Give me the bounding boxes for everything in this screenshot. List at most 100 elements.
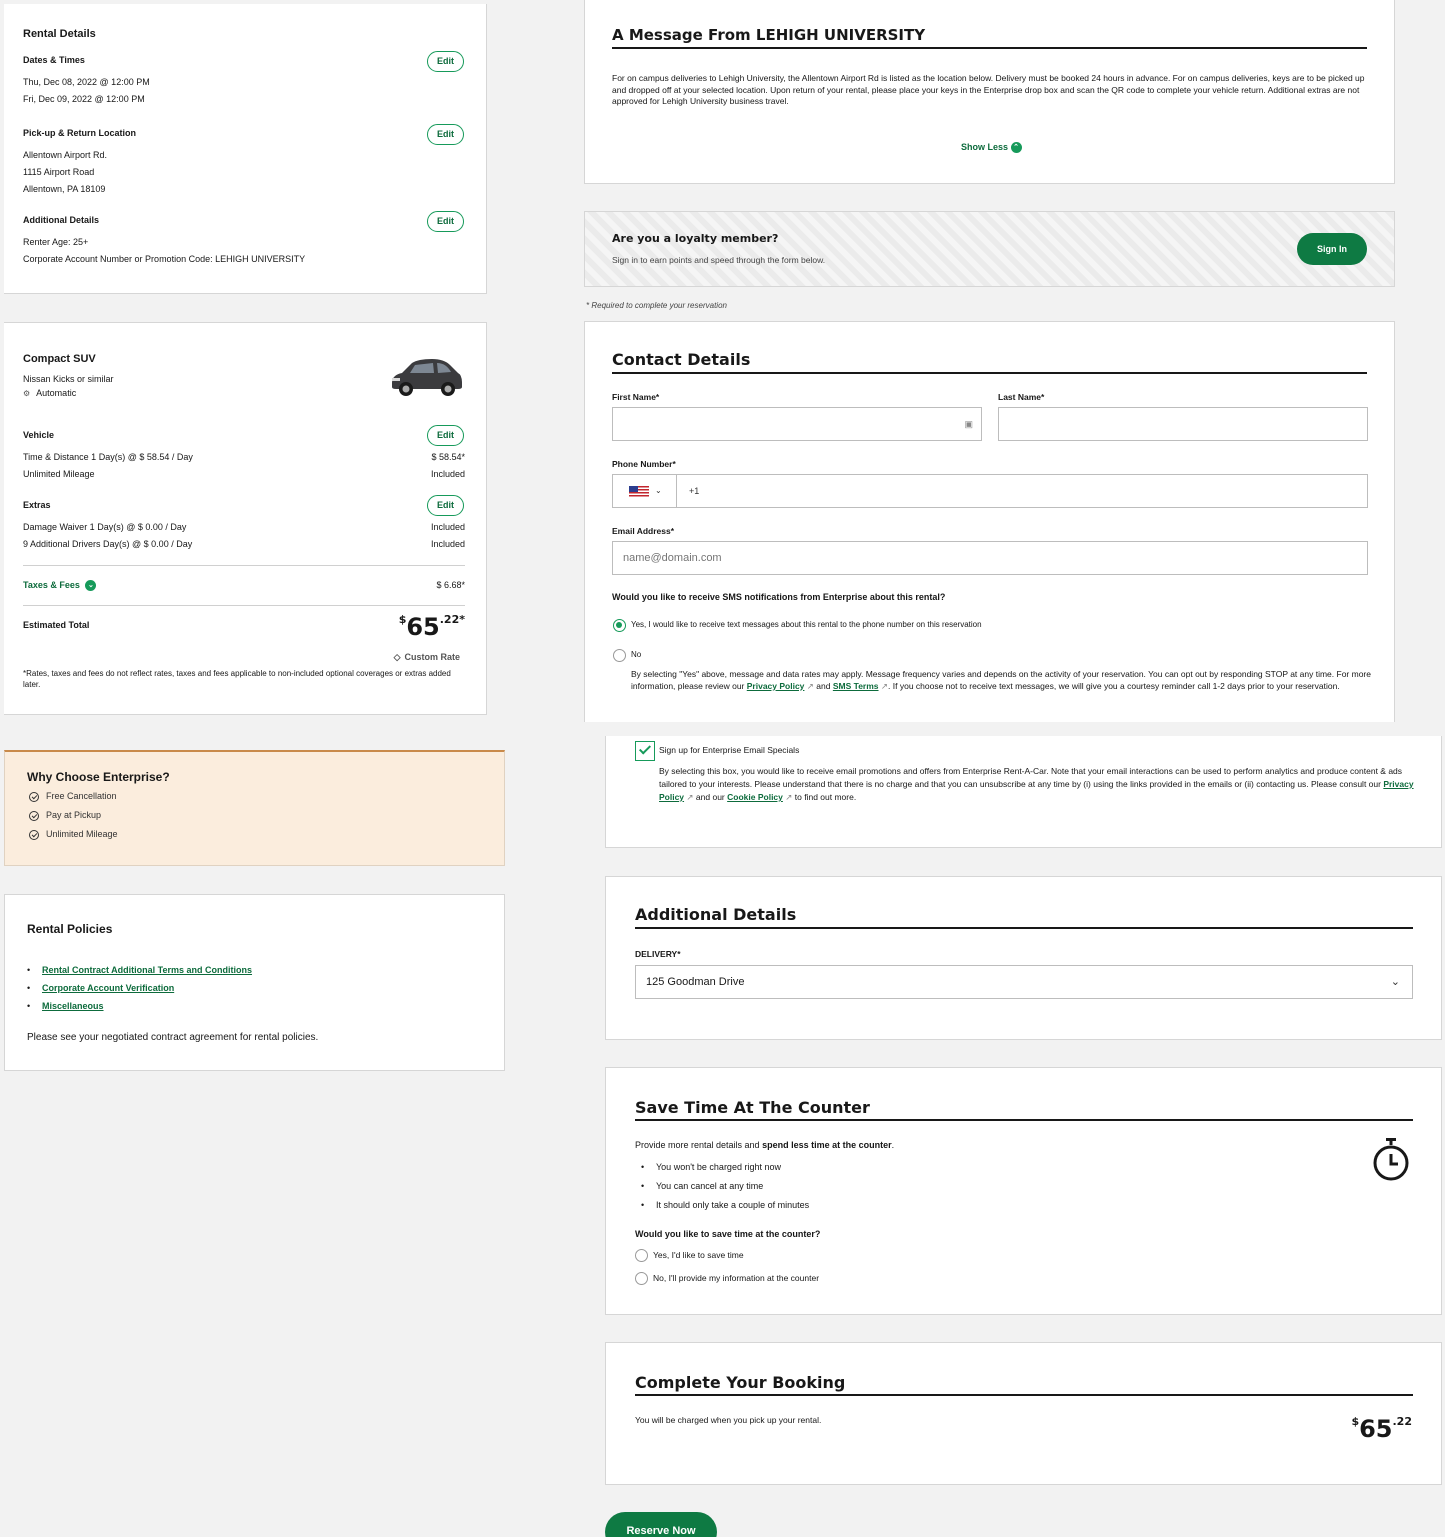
location-line-1: Allentown Airport Rd. [23, 150, 108, 160]
check-circle-icon [29, 791, 39, 802]
taxes-fees-label: Taxes & Fees [23, 580, 80, 590]
policy-link[interactable]: Miscellaneous [21, 997, 481, 1015]
pickup-datetime: Thu, Dec 08, 2022 @ 12:00 PM [23, 77, 150, 87]
cookie-policy-link[interactable]: Cookie Policy [727, 792, 783, 802]
corporate-code: Corporate Account Number or Promotion Co… [23, 254, 306, 264]
last-name-label: Last Name* [998, 392, 1045, 402]
list-item: You won't be charged right now [635, 1158, 1235, 1177]
show-less-label: Show Less [961, 142, 1009, 152]
show-less-toggle[interactable]: Show Less ⌃ [961, 142, 1022, 154]
divider [23, 605, 465, 606]
location-line-3: Allentown, PA 18109 [23, 184, 106, 194]
policy-link[interactable]: Rental Contract Additional Terms and Con… [21, 961, 481, 979]
last-name-input[interactable] [998, 407, 1368, 441]
policy-links: Rental Contract Additional Terms and Con… [21, 961, 481, 1015]
edit-vehicle-button[interactable]: Edit [427, 425, 464, 446]
save-time-yes-radio[interactable] [635, 1249, 648, 1262]
sms-terms-link[interactable]: SMS Terms [833, 681, 879, 691]
why-enterprise-title: Why Choose Enterprise? [27, 770, 170, 784]
sms-yes-label[interactable]: Yes, I would like to receive text messag… [631, 620, 982, 629]
charge-note: You will be charged when you pick up you… [635, 1415, 822, 1425]
email-specials-checkbox[interactable] [635, 741, 655, 761]
vehicle-class: Compact SUV [23, 353, 96, 365]
additional-drivers: 9 Additional Drivers Day(s) @ $ 0.00 / D… [23, 539, 193, 549]
transmission: ⚙ Automatic [23, 385, 76, 402]
first-name-input[interactable]: ▣ [612, 407, 982, 441]
taxes-fees-toggle[interactable]: Taxes & Fees ⌄ [23, 577, 97, 594]
phone-input[interactable]: ⌄ +1 [612, 474, 1368, 508]
checkmark-icon [638, 742, 652, 755]
why-enterprise-card: Why Choose Enterprise? Free Cancellation… [4, 750, 505, 866]
rental-policies-card: Rental Policies Rental Contract Addition… [4, 894, 505, 1071]
sms-disclaimer: By selecting "Yes" above, message and da… [631, 669, 1371, 691]
additional-details-title: Additional Details [635, 905, 797, 924]
divider [23, 565, 465, 566]
delivery-value: 125 Goodman Drive [646, 976, 745, 988]
benefit-item: Free Cancellation [29, 791, 117, 802]
reserve-now-button[interactable]: Reserve Now [605, 1512, 717, 1537]
extras-label: Extras [23, 500, 51, 510]
renter-age: Renter Age: 25+ [23, 237, 89, 247]
phone-label: Phone Number* [612, 459, 676, 469]
save-time-yes-label[interactable]: Yes, I'd like to save time [653, 1250, 744, 1260]
save-time-no-label[interactable]: No, I'll provide my information at the c… [653, 1273, 819, 1283]
save-time-bullets: You won't be charged right now You can c… [635, 1158, 1235, 1215]
edit-dates-button[interactable]: Edit [427, 51, 464, 72]
taxes-fees-price: $ 6.68* [436, 580, 465, 590]
title-rule [635, 1394, 1413, 1396]
complete-booking-card: Complete Your Booking You will be charge… [605, 1342, 1442, 1485]
edit-extras-button[interactable]: Edit [427, 495, 464, 516]
location-line-2: 1115 Airport Road [23, 167, 95, 177]
policy-link[interactable]: Corporate Account Verification [21, 979, 481, 997]
edit-additional-button[interactable]: Edit [427, 211, 464, 232]
sms-question: Would you like to receive SMS notificati… [612, 592, 946, 602]
save-time-no-radio[interactable] [635, 1272, 648, 1285]
damage-waiver-price: Included [430, 522, 465, 532]
booking-cents: .22 [1392, 1415, 1413, 1428]
time-distance-price: $ 58.54* [431, 452, 465, 462]
country-code-select[interactable]: ⌄ [613, 475, 677, 507]
additional-drivers-price: Included [430, 539, 465, 549]
required-note: * Required to complete your reservation [586, 301, 727, 310]
list-item: It should only take a couple of minutes [635, 1196, 1235, 1215]
total-dollars: 65 [406, 613, 440, 641]
email-specials-label[interactable]: Sign up for Enterprise Email Specials [659, 745, 799, 755]
stopwatch-icon [1373, 1138, 1409, 1181]
delivery-label: DELIVERY* [635, 949, 681, 959]
custom-rate-label: Custom Rate [404, 652, 460, 662]
email-label: Email Address* [612, 526, 675, 536]
delivery-select[interactable]: 125 Goodman Drive ⌄ [635, 965, 1413, 999]
car-image [392, 359, 462, 396]
booking-total: $65.22 [1351, 1415, 1412, 1443]
sms-no-label[interactable]: No [631, 650, 641, 659]
rates-disclaimer: *Rates, taxes and fees do not reflect ra… [23, 669, 451, 689]
location-label: Pick-up & Return Location [23, 128, 137, 138]
external-link-icon: ↗ [785, 792, 793, 802]
phone-prefix: +1 [689, 486, 700, 496]
booking-dollars: 65 [1359, 1415, 1393, 1443]
chevron-down-icon: ⌄ [655, 486, 662, 495]
vehicle-summary-card: Compact SUV Nissan Kicks or similar ⚙ Aut… [4, 322, 487, 715]
rental-details-card: Rental Details Dates & Times Edit Thu, D… [4, 4, 487, 294]
sms-no-radio[interactable] [613, 649, 626, 662]
estimated-total-label: Estimated Total [23, 620, 90, 630]
benefit-item: Pay at Pickup [29, 810, 101, 821]
time-distance: Time & Distance 1 Day(s) @ $ 58.54 / Day [23, 452, 193, 462]
first-name-label: First Name* [612, 392, 660, 402]
save-time-question: Would you like to save time at the count… [635, 1229, 821, 1239]
list-item: You can cancel at any time [635, 1177, 1235, 1196]
estimated-total-price: $65.22* [399, 613, 465, 641]
email-specials-card: Sign up for Enterprise Email Specials By… [605, 736, 1442, 848]
external-link-icon: ↗ [806, 681, 814, 691]
external-link-icon: ↗ [686, 792, 694, 802]
title-rule [612, 372, 1367, 374]
additional-details-card: Additional Details DELIVERY* 125 Goodman… [605, 876, 1442, 1040]
sign-in-button[interactable]: Sign In [1297, 233, 1367, 265]
loyalty-subtitle: Sign in to earn points and speed through… [612, 255, 826, 265]
edit-location-button[interactable]: Edit [427, 124, 464, 145]
vehicle-label: Vehicle [23, 430, 55, 440]
privacy-policy-link[interactable]: Privacy Policy [747, 681, 805, 691]
email-input[interactable] [612, 541, 1368, 575]
sms-yes-radio[interactable] [613, 619, 626, 632]
message-body: For on campus deliveries to Lehigh Unive… [612, 73, 1365, 106]
